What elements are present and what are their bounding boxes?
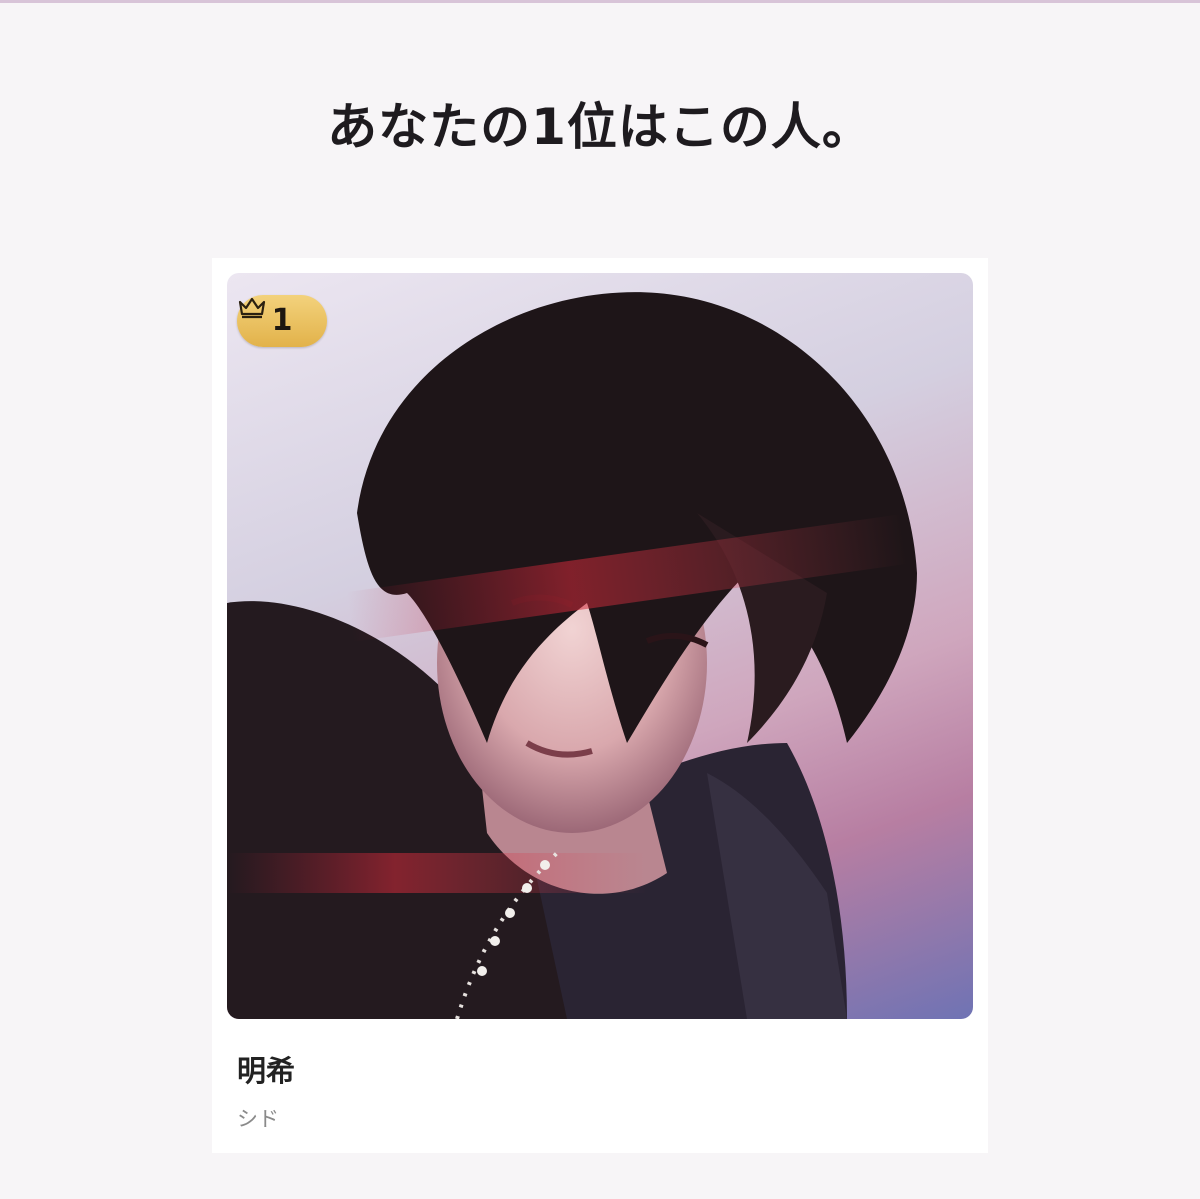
rank-badge: 1	[237, 295, 327, 347]
portrait-illustration	[227, 292, 917, 1019]
crown-icon	[238, 297, 266, 319]
group-name: シド	[237, 1107, 279, 1131]
top-divider	[0, 0, 1200, 3]
member-name: 明希	[237, 1054, 296, 1088]
page-title: あなたの1位はこの人。	[327, 98, 873, 156]
rank-number: 1	[271, 303, 293, 338]
portrait-photo: 1	[227, 273, 973, 1019]
result-card[interactable]: 1 明希 シド	[212, 258, 988, 1153]
